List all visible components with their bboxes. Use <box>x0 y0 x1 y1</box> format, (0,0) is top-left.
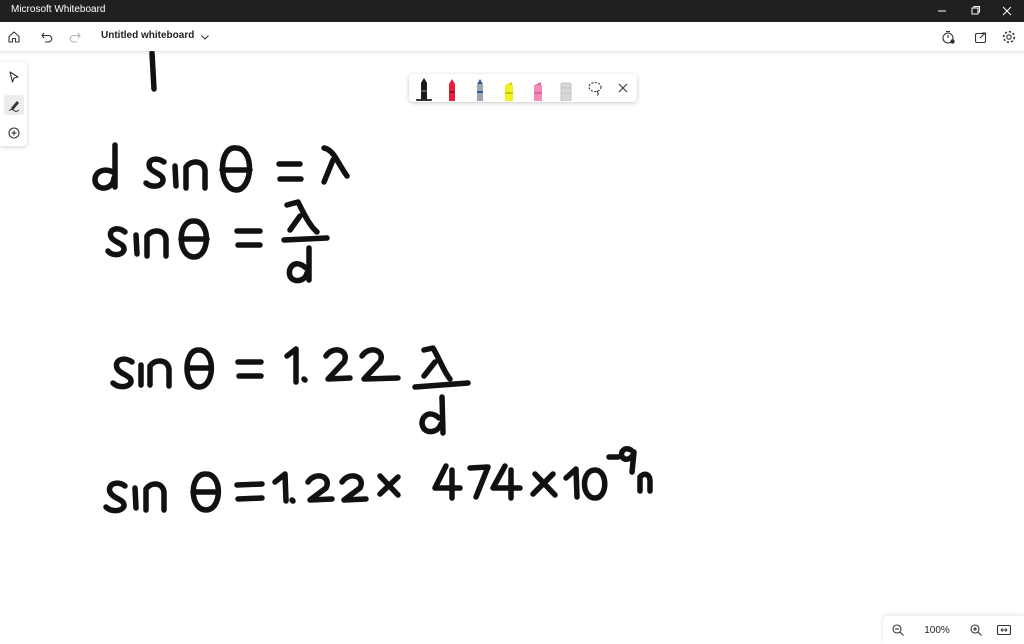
zoom-in-icon[interactable] <box>966 621 986 639</box>
whiteboard-canvas[interactable] <box>0 51 1024 644</box>
chevron-down-icon[interactable] <box>195 27 215 47</box>
home-icon[interactable] <box>4 27 24 47</box>
title-bar: Microsoft Whiteboard <box>0 0 1024 22</box>
ink-line-2 <box>105 199 330 284</box>
ink-line-3 <box>110 345 471 436</box>
zoom-out-icon[interactable] <box>888 621 908 639</box>
fit-to-screen-icon[interactable] <box>994 621 1014 639</box>
app-toolbar: Untitled whiteboard <box>0 22 1024 52</box>
share-icon[interactable] <box>971 27 991 47</box>
ink-line-4 <box>103 446 653 514</box>
zoom-controls: 100% <box>883 616 1024 644</box>
timer-icon[interactable] <box>938 27 958 47</box>
close-icon[interactable] <box>990 0 1024 22</box>
ink-stroke <box>149 51 157 92</box>
zoom-level[interactable]: 100% <box>920 625 954 636</box>
redo-icon[interactable] <box>65 27 85 47</box>
restore-icon[interactable] <box>958 0 992 22</box>
board-title[interactable]: Untitled whiteboard <box>101 30 194 41</box>
app-title: Microsoft Whiteboard <box>11 4 106 15</box>
ink-line-1 <box>92 142 350 193</box>
undo-icon[interactable] <box>37 27 57 47</box>
settings-icon[interactable] <box>999 27 1019 47</box>
minimize-icon[interactable] <box>925 0 959 22</box>
